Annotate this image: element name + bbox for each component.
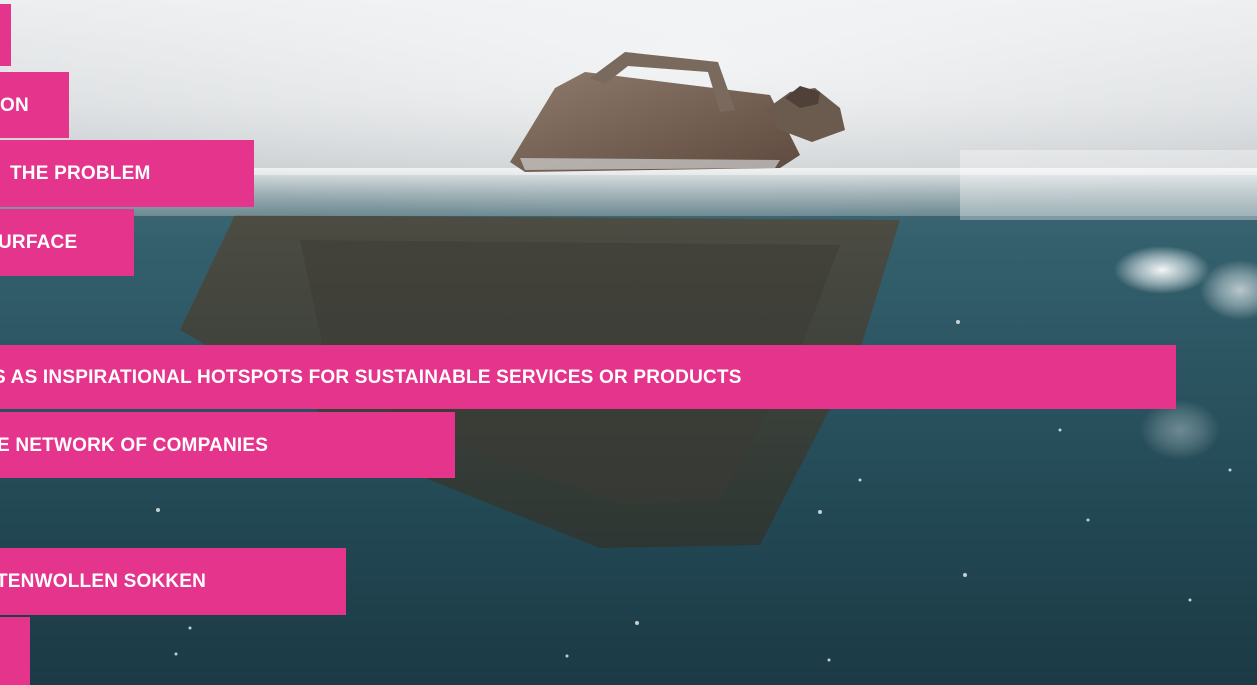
menu-item[interactable] [0,4,11,66]
menu-item[interactable]: E NETWORK OF COMPANIES [0,412,455,478]
menu-item[interactable]: ON [0,72,69,138]
menu-item[interactable] [0,617,30,685]
hero-stage: ON THE PROBLEM URFACE S AS INSPIRATIONAL… [0,0,1257,685]
menu-item[interactable]: URFACE [0,209,134,276]
menu-item[interactable]: THE PROBLEM [0,140,254,207]
menu-item-label: TENWOLLEN SOKKEN [0,571,207,592]
menu-item-label: URFACE [0,232,78,253]
menu-item[interactable]: TENWOLLEN SOKKEN [0,548,346,615]
menu-item[interactable]: S AS INSPIRATIONAL HOTSPOTS FOR SUSTAINA… [0,345,1176,409]
menu-item-label: S AS INSPIRATIONAL HOTSPOTS FOR SUSTAINA… [0,366,742,388]
menu-item-label: ON [0,94,29,116]
menu-item-label: THE PROBLEM [10,163,151,184]
menu-item-label: E NETWORK OF COMPANIES [0,434,269,456]
